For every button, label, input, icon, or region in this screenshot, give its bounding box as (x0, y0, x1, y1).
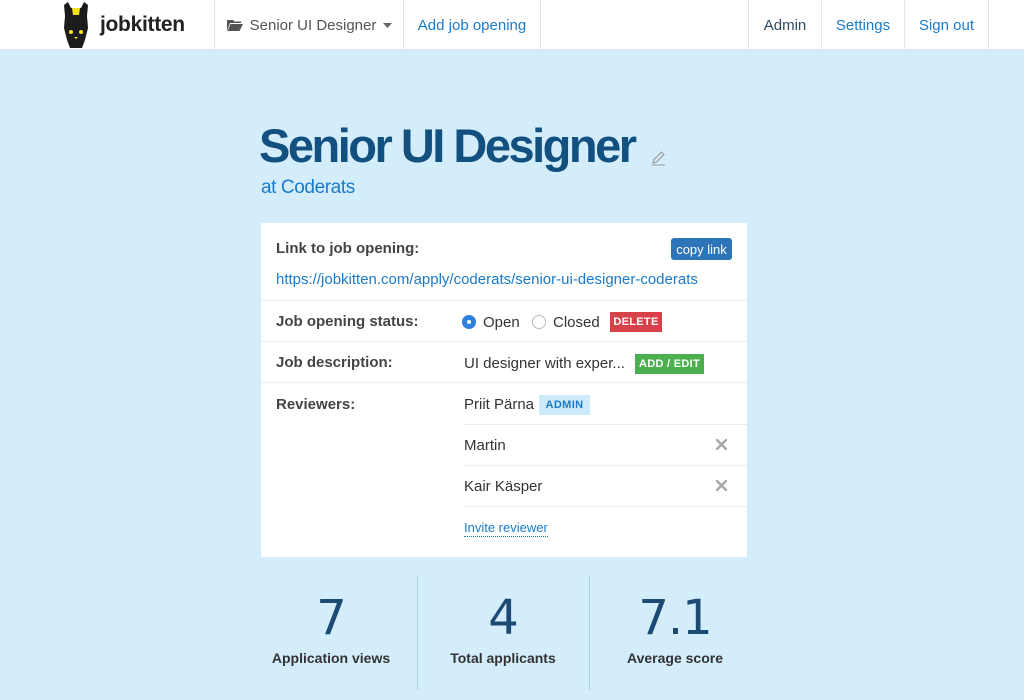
job-opening-url[interactable]: https://jobkitten.com/apply/coderats/sen… (276, 271, 698, 288)
description-preview: UI designer with exper... (464, 355, 625, 372)
cat-logo-icon (64, 2, 88, 48)
stat-value: 7.1 (638, 590, 712, 646)
stat-value: 4 (488, 590, 519, 646)
job-title: Senior UI Designer (259, 119, 637, 172)
divider (464, 506, 747, 507)
brand[interactable]: jobkitten (58, 0, 185, 50)
stat-value: 7 (316, 590, 347, 646)
job-selector-dropdown[interactable]: Senior UI Designer (214, 0, 404, 50)
nav-settings-link[interactable]: Settings (821, 0, 904, 50)
remove-reviewer-icon[interactable] (716, 480, 727, 491)
add-edit-description-button[interactable]: ADD / EDIT (635, 354, 704, 374)
remove-reviewer-icon[interactable] (716, 439, 727, 450)
stat-label: Application views (271, 650, 391, 666)
status-closed-label[interactable]: Closed (553, 314, 600, 331)
brand-name: jobkitten (100, 13, 185, 36)
company-name[interactable]: at Coderats (261, 177, 355, 199)
stat-average-score: 7.1 Average score (605, 590, 745, 666)
caret-down-icon (383, 22, 393, 28)
add-job-opening-link[interactable]: Add job opening (403, 0, 541, 50)
job-opening-card: Link to job opening: copy link https://j… (261, 223, 747, 557)
status-open-label[interactable]: Open (483, 314, 520, 331)
admin-badge: ADMIN (539, 395, 590, 415)
divider (464, 424, 747, 425)
reviewer-name: Priit Pärna (464, 396, 535, 413)
stat-divider (589, 576, 590, 690)
reviewers-label: Reviewers: (276, 396, 356, 413)
invite-reviewer-link[interactable]: Invite reviewer (464, 520, 548, 537)
divider (464, 465, 747, 466)
copy-link-button[interactable]: copy link (671, 238, 732, 260)
status-label: Job opening status: (276, 313, 419, 330)
status-open-radio[interactable] (462, 315, 476, 329)
job-selector-label: Senior UI Designer (249, 16, 377, 34)
divider (261, 341, 747, 342)
stat-divider (417, 576, 418, 690)
link-label: Link to job opening: (276, 240, 420, 257)
delete-button[interactable]: DELETE (610, 312, 662, 332)
stat-total-applicants: 4 Total applicants (433, 590, 573, 666)
nav-signout-link[interactable]: Sign out (904, 0, 989, 50)
divider (261, 382, 747, 383)
pencil-edit-icon[interactable] (650, 150, 666, 166)
stat-application-views: 7 Application views (261, 590, 401, 666)
nav-admin-link[interactable]: Admin (748, 0, 821, 50)
stat-label: Average score (627, 650, 723, 666)
stat-label: Total applicants (450, 650, 556, 666)
description-label: Job description: (276, 354, 393, 371)
status-closed-radio[interactable] (532, 315, 546, 329)
reviewer-name: Kair Käsper (464, 478, 543, 495)
folder-open-icon (226, 19, 243, 31)
reviewer-name: Martin (464, 437, 506, 454)
divider (261, 300, 747, 301)
top-navbar: jobkitten Senior UI Designer Add job ope… (0, 0, 1024, 50)
